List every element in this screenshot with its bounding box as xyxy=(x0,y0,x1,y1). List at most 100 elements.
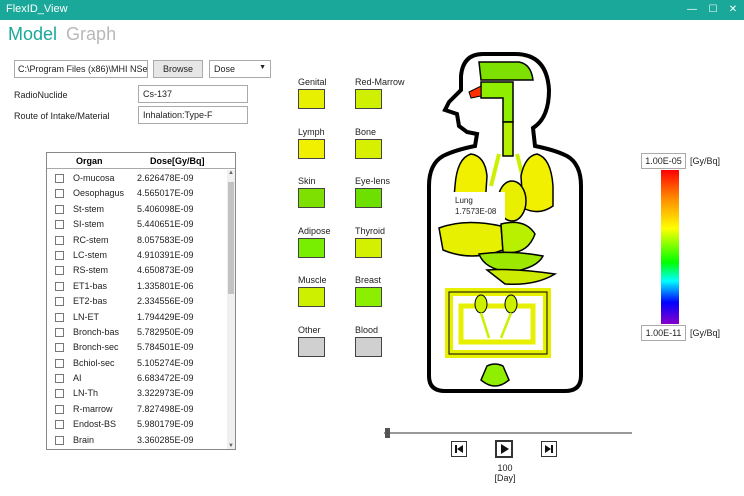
legend-adipose-swatch[interactable] xyxy=(298,238,325,258)
play-button[interactable] xyxy=(495,440,513,458)
table-scrollbar[interactable]: ▲ ▼ xyxy=(227,170,235,449)
table-row[interactable]: ET2-bas 2.334556E-09 xyxy=(47,294,225,309)
row-checkbox[interactable] xyxy=(55,312,64,322)
skip-forward-icon xyxy=(545,445,553,453)
legend-skin-swatch[interactable] xyxy=(298,188,325,208)
colorbar-max-unit: [Gy/Bq] xyxy=(690,156,721,166)
table-row[interactable]: SI-stem 5.440651E-09 xyxy=(47,217,225,232)
legend-breast-label: Breast xyxy=(355,275,382,285)
row-checkbox[interactable] xyxy=(55,435,64,445)
legend-genital-label: Genital xyxy=(298,77,327,87)
table-body: O-mucosa 2.626478E-09 Oesophagus 4.565017E… xyxy=(47,171,225,448)
legend-thyroid-swatch[interactable] xyxy=(355,238,382,258)
table-row[interactable]: AI 6.683472E-09 xyxy=(47,371,225,386)
dose-value: 4.910391E-09 xyxy=(137,249,194,260)
scroll-thumb[interactable] xyxy=(228,182,234,294)
table-row[interactable]: O-mucosa 2.626478E-09 xyxy=(47,171,225,186)
organ-tooltip: Lung 1.7573E-08 xyxy=(451,192,505,219)
scroll-up-icon[interactable]: ▲ xyxy=(227,170,235,176)
colorbar-max[interactable]: 1.00E-05 xyxy=(641,153,686,169)
organ-kidney-right[interactable] xyxy=(474,294,488,314)
row-checkbox[interactable] xyxy=(55,281,64,291)
table-row[interactable]: Endost-BS 5.980179E-09 xyxy=(47,417,225,432)
row-checkbox[interactable] xyxy=(55,297,64,307)
organ-liver[interactable] xyxy=(438,221,504,257)
organ-brain[interactable] xyxy=(478,61,534,81)
table-row[interactable]: RC-stem 8.057583E-09 xyxy=(47,233,225,248)
table-row[interactable]: RS-stem 4.650873E-09 xyxy=(47,263,225,278)
organ-name: R-marrow xyxy=(73,403,113,414)
legend-bone-swatch[interactable] xyxy=(355,139,382,159)
row-checkbox[interactable] xyxy=(55,358,64,368)
time-slider[interactable] xyxy=(384,432,632,434)
row-checkbox[interactable] xyxy=(55,250,64,260)
minimize-button[interactable]: — xyxy=(681,0,703,20)
table-row[interactable]: Bronch-bas 5.782950E-09 xyxy=(47,325,225,340)
table-row[interactable]: LC-stem 4.910391E-09 xyxy=(47,248,225,263)
row-checkbox[interactable] xyxy=(55,189,64,199)
table-row[interactable]: LN-ET 1.794429E-09 xyxy=(47,310,225,325)
close-button[interactable]: ✕ xyxy=(722,0,744,20)
row-checkbox[interactable] xyxy=(55,343,64,353)
legend-breast-swatch[interactable] xyxy=(355,287,382,307)
table-row[interactable]: Brain 3.360285E-09 xyxy=(47,433,225,448)
organ-name: RC-stem xyxy=(73,234,109,245)
dose-value: 5.440651E-09 xyxy=(137,219,194,230)
table-row[interactable]: ET1-bas 1.335801E-06 xyxy=(47,279,225,294)
legend-other-swatch[interactable] xyxy=(298,337,325,357)
dose-value: 8.057583E-09 xyxy=(137,234,194,245)
legend-muscle-swatch[interactable] xyxy=(298,287,325,307)
dose-value: 7.827498E-09 xyxy=(137,403,194,414)
organ-name: Bchiol-sec xyxy=(73,357,115,368)
skip-forward-button[interactable] xyxy=(541,441,557,457)
legend-lymph-swatch[interactable] xyxy=(298,139,325,159)
row-checkbox[interactable] xyxy=(55,374,64,384)
row-checkbox[interactable] xyxy=(55,420,64,430)
tab-model[interactable]: Model xyxy=(8,24,57,44)
route-label: Route of Intake/Material xyxy=(14,111,110,121)
dose-value: 5.406098E-09 xyxy=(137,203,194,214)
day-value: 100 xyxy=(497,463,513,473)
organ-oesophagus[interactable] xyxy=(502,121,514,157)
maximize-button[interactable]: ☐ xyxy=(702,0,724,20)
dose-value: 3.322973E-09 xyxy=(137,388,194,399)
organ-name: LN-Th xyxy=(73,388,99,399)
legend-genital-swatch[interactable] xyxy=(298,89,325,109)
time-slider-thumb[interactable] xyxy=(385,428,390,438)
row-checkbox[interactable] xyxy=(55,327,64,337)
table-row[interactable]: Oesophagus 4.565017E-09 xyxy=(47,186,225,201)
legend-red-marrow-swatch[interactable] xyxy=(355,89,382,109)
colorbar-gradient xyxy=(661,170,679,324)
row-checkbox[interactable] xyxy=(55,404,64,414)
scroll-down-icon[interactable]: ▼ xyxy=(227,443,235,449)
legend-blood-swatch[interactable] xyxy=(355,337,382,357)
row-checkbox[interactable] xyxy=(55,220,64,230)
dose-value: 5.782950E-09 xyxy=(137,326,194,337)
route-field[interactable]: Inhalation:Type-F xyxy=(138,106,248,124)
dose-value: 1.335801E-06 xyxy=(137,280,194,291)
browse-button[interactable]: Browse xyxy=(153,60,203,78)
table-row[interactable]: St-stem 5.406098E-09 xyxy=(47,202,225,217)
row-checkbox[interactable] xyxy=(55,266,64,276)
chevron-down-icon: ▼ xyxy=(259,64,266,71)
tooltip-value: 1.7573E-08 xyxy=(455,207,497,216)
table-row[interactable]: R-marrow 7.827498E-09 xyxy=(47,402,225,417)
row-checkbox[interactable] xyxy=(55,174,64,183)
radionuclide-field[interactable]: Cs-137 xyxy=(138,85,248,103)
organ-kidney-left[interactable] xyxy=(504,294,518,314)
legend-eye-lens-swatch[interactable] xyxy=(355,188,382,208)
mode-dropdown[interactable]: Dose ▼ xyxy=(209,60,271,78)
skip-back-button[interactable] xyxy=(451,441,467,457)
table-row[interactable]: Bronch-sec 5.784501E-09 xyxy=(47,340,225,355)
legend-eye-lens-label: Eye-lens xyxy=(355,176,391,186)
table-row[interactable]: Bchiol-sec 5.105274E-09 xyxy=(47,356,225,371)
file-path-input[interactable]: C:\Program Files (x86)\MHI NSeng xyxy=(14,60,148,78)
dose-value: 5.980179E-09 xyxy=(137,419,194,430)
row-checkbox[interactable] xyxy=(55,204,64,214)
table-row[interactable]: LN-Th 3.322973E-09 xyxy=(47,386,225,401)
row-checkbox[interactable] xyxy=(55,235,64,245)
tab-graph[interactable]: Graph xyxy=(66,24,116,44)
organ-name: Oesophagus xyxy=(73,188,125,199)
row-checkbox[interactable] xyxy=(55,389,64,399)
colorbar-min[interactable]: 1.00E-11 xyxy=(641,325,686,341)
